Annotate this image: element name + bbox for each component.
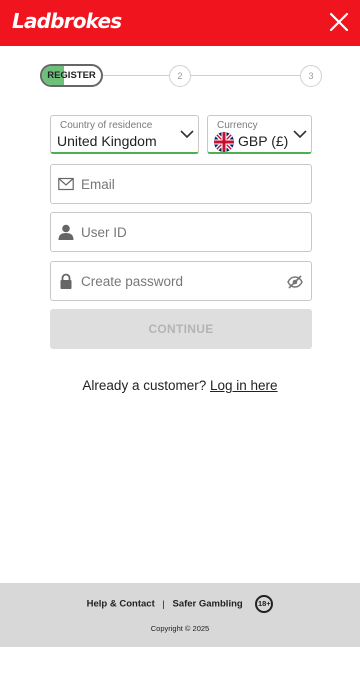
currency-label: Currency xyxy=(217,120,258,131)
email-field[interactable]: Email xyxy=(50,164,312,204)
safer-gambling-link[interactable]: Safer Gambling xyxy=(172,599,242,610)
userid-field[interactable]: User ID xyxy=(50,212,312,252)
user-icon xyxy=(58,224,74,240)
email-placeholder: Email xyxy=(81,177,115,192)
stepper-line xyxy=(191,75,300,76)
uk-flag-icon xyxy=(214,132,234,152)
continue-button[interactable]: CONTINUE xyxy=(50,309,312,349)
country-value: United Kingdom xyxy=(57,133,157,149)
password-placeholder: Create password xyxy=(81,274,184,289)
currency-select[interactable]: Currency GBP (£) xyxy=(207,115,312,154)
step-register: REGISTER xyxy=(40,64,103,87)
footer: Help & Contact | Safer Gambling 18+ Copy… xyxy=(0,583,360,647)
copyright: Copyright © 2025 xyxy=(150,624,210,633)
currency-value: GBP (£) xyxy=(238,133,289,149)
lock-icon xyxy=(60,273,72,289)
eye-slash-icon[interactable] xyxy=(287,274,303,290)
country-label: Country of residence xyxy=(60,120,153,131)
close-icon xyxy=(329,12,349,32)
registration-page: Ladbrokes REGISTER 2 3 Country of reside… xyxy=(0,0,360,690)
brand-logo[interactable]: Ladbrokes xyxy=(12,9,122,33)
country-select[interactable]: Country of residence United Kingdom xyxy=(50,115,199,154)
login-prompt-text: Already a customer? xyxy=(82,378,207,393)
login-link[interactable]: Log in here xyxy=(210,378,278,393)
password-field[interactable]: Create password xyxy=(50,261,312,301)
header-bar: Ladbrokes xyxy=(0,0,360,46)
login-prompt: Already a customer? Log in here xyxy=(0,378,360,393)
stepper-line xyxy=(103,75,169,76)
registration-stepper: REGISTER 2 3 xyxy=(40,64,322,88)
help-contact-link[interactable]: Help & Contact xyxy=(87,599,155,610)
chevron-down-icon xyxy=(293,130,307,139)
age-18-badge: 18+ xyxy=(255,595,274,613)
envelope-icon xyxy=(58,177,74,191)
chevron-down-icon xyxy=(180,130,194,139)
step-register-label: REGISTER xyxy=(47,70,96,81)
close-button[interactable] xyxy=(328,11,350,33)
footer-separator: | xyxy=(162,598,165,610)
userid-placeholder: User ID xyxy=(81,225,127,240)
footer-links: Help & Contact | Safer Gambling 18+ xyxy=(0,595,360,613)
step-2: 2 xyxy=(169,65,191,87)
step-3: 3 xyxy=(300,65,322,87)
